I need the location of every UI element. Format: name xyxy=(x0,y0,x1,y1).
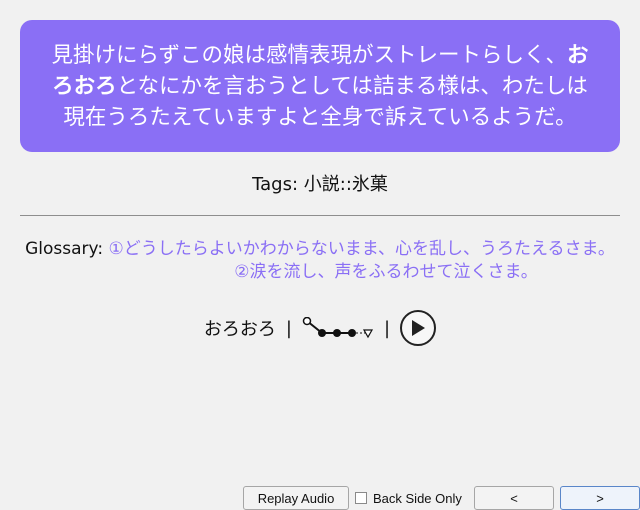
pitch-row: おろおろ | | xyxy=(0,308,640,348)
pitch-word: おろおろ xyxy=(203,319,276,340)
glossary-line-1: Glossary: ①どうしたらよいかわからないまま、心を乱し、うろたえるさま。 xyxy=(0,238,640,261)
pitch-accent-graph-icon xyxy=(302,317,374,339)
glossary-line-2: ②涙を流し、声をふるわせて泣くさま。 xyxy=(0,261,640,284)
replay-audio-button[interactable]: Replay Audio xyxy=(243,486,349,510)
sentence-text-before: 見掛けにらずこの娘は感情表現がストレートらしく、 xyxy=(51,43,568,68)
play-audio-button[interactable] xyxy=(400,310,437,346)
previous-button[interactable]: < xyxy=(474,486,554,510)
pitch-separator-right: | xyxy=(384,317,391,339)
back-side-only-checkbox[interactable]: Back Side Only xyxy=(355,486,462,510)
checkbox-box[interactable] xyxy=(355,492,367,504)
glossary-definition-1: ①どうしたらよいかわからないまま、心を乱し、うろたえるさま。 xyxy=(108,239,615,259)
pitch-separator-left: | xyxy=(285,317,292,339)
tags-label: Tags: xyxy=(252,174,299,195)
divider xyxy=(20,215,620,216)
tags-line: Tags: 小説::氷菓 xyxy=(0,170,640,196)
glossary-label: Glossary: xyxy=(25,239,104,259)
glossary: Glossary: ①どうしたらよいかわからないまま、心を乱し、うろたえるさま。… xyxy=(0,238,640,284)
play-icon xyxy=(412,320,426,336)
sentence-text-after: となにかを言おうとしては詰まる様は、わたしは現在うろたえていますよと全身で訴えて… xyxy=(63,74,588,130)
tags-value: 小説::氷菓 xyxy=(303,174,388,195)
back-side-only-label: Back Side Only xyxy=(373,490,462,506)
sentence-card: 見掛けにらずこの娘は感情表現がストレートらしく、おろおろとなにかを言おうとしては… xyxy=(20,20,620,152)
bottom-toolbar: Replay Audio Back Side Only < > xyxy=(0,486,640,510)
glossary-definition-2: ②涙を流し、声をふるわせて泣くさま。 xyxy=(234,262,538,282)
next-button[interactable]: > xyxy=(560,486,640,510)
